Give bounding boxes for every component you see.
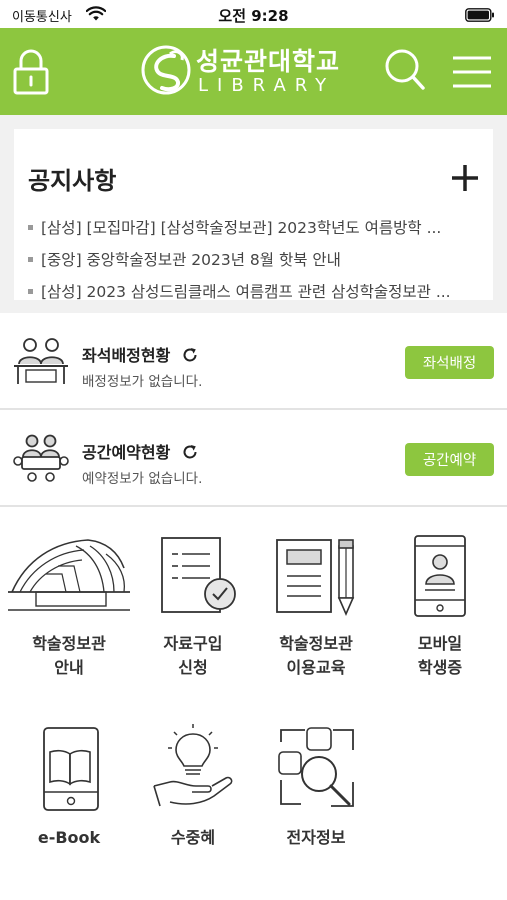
battery-icon xyxy=(465,8,494,22)
refresh-icon[interactable] xyxy=(182,444,198,460)
seat-status-title: 좌석배정현황 xyxy=(82,342,198,366)
menu-label: 모바일 학생증 xyxy=(417,634,463,677)
menu-mobile-id[interactable]: 모바일 학생증 xyxy=(377,530,503,700)
lock-icon[interactable] xyxy=(12,48,50,96)
space-status-title: 공간예약현황 xyxy=(82,439,198,463)
notice-list: [삼성] [모집마감] [삼성학술정보관] 2023학년도 여름방학 ... [… xyxy=(28,211,484,307)
menu-label: 수중혜 xyxy=(170,828,216,847)
logo-korean-text: 성균관대학교 xyxy=(196,47,341,76)
notice-section: 공지사항 [삼성] [모집마감] [삼성학술정보관] 2023학년도 여름방학 … xyxy=(0,115,507,313)
notice-title: 공지사항 xyxy=(28,167,117,195)
space-reserve-button[interactable]: 공간예약 xyxy=(405,443,494,476)
library-logo: 성균관대학교 LIBRARY xyxy=(140,42,370,102)
menu-library-education[interactable]: 학술정보관 이용교육 xyxy=(253,530,379,700)
meeting-room-icon xyxy=(13,434,69,482)
seat-assign-button[interactable]: 좌석배정 xyxy=(405,346,494,379)
app-header: 성균관대학교 LIBRARY xyxy=(0,28,507,115)
notice-card: 공지사항 [삼성] [모집마감] [삼성학술정보관] 2023학년도 여름방학 … xyxy=(14,129,493,301)
seat-people-icon xyxy=(14,338,68,384)
menu-label: 학술정보관 안내 xyxy=(32,634,106,677)
hand-lightbulb-icon xyxy=(153,724,233,807)
university-emblem-icon xyxy=(141,45,191,95)
notebook-pencil-icon xyxy=(276,539,355,616)
space-reservation-row: 공간예약현황 예약정보가 없습니다. 공간예약 xyxy=(0,411,507,507)
menu-label: 자료구입 신청 xyxy=(163,634,223,677)
status-bar: 이동통신사 오전 9:28 xyxy=(0,0,507,28)
menu-purchase-request[interactable]: 자료구입 신청 xyxy=(130,530,256,700)
notice-item[interactable]: [중앙] 중앙학술정보관 2023년 8월 핫북 안내 xyxy=(28,243,484,275)
menu-tailored-service[interactable]: 수중혜 xyxy=(130,724,256,894)
seat-status-row: 좌석배정현황 배정정보가 없습니다. 좌석배정 xyxy=(0,314,507,410)
plus-icon[interactable] xyxy=(450,163,480,193)
menu-label: e-Book xyxy=(37,828,101,847)
menu-e-resources[interactable]: 전자정보 xyxy=(253,724,379,894)
refresh-icon[interactable] xyxy=(182,347,198,363)
menu-ebook[interactable]: e-Book xyxy=(6,724,132,894)
space-status-subtitle: 예약정보가 없습니다. xyxy=(82,471,203,487)
document-check-icon xyxy=(161,537,236,613)
logo-english-text: LIBRARY xyxy=(198,75,336,96)
status-time: 오전 9:28 xyxy=(218,7,289,25)
menu-label: 학술정보관 이용교육 xyxy=(279,634,353,677)
search-database-icon xyxy=(278,727,354,807)
menu-label: 전자정보 xyxy=(286,828,346,847)
seat-status-subtitle: 배정정보가 없습니다. xyxy=(82,374,203,390)
library-building-icon xyxy=(8,539,130,611)
notice-item[interactable]: [삼성] [모집마감] [삼성학술정보관] 2023학년도 여름방학 ... xyxy=(28,211,484,243)
menu-library-guide[interactable]: 학술정보관 안내 xyxy=(6,530,132,700)
search-icon[interactable] xyxy=(383,46,425,94)
mobile-id-icon xyxy=(414,535,466,617)
hamburger-menu-icon[interactable] xyxy=(450,52,494,92)
notice-item[interactable]: [삼성] 2023 삼성드림클래스 여름캠프 관련 삼성학술정보관 ... xyxy=(28,275,484,307)
ebook-tablet-icon xyxy=(43,727,99,811)
